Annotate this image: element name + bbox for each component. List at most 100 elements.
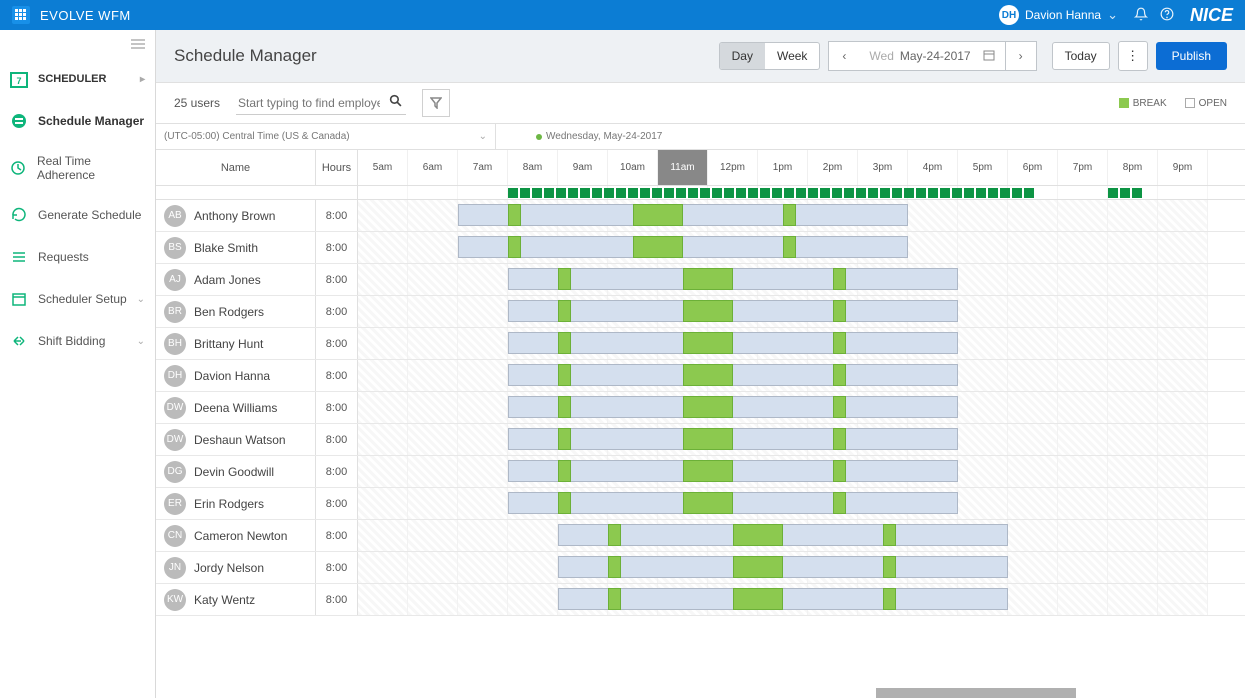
employee-timeline[interactable] bbox=[358, 232, 1245, 263]
employee-timeline[interactable] bbox=[358, 264, 1245, 295]
employee-name-cell[interactable]: CNCameron Newton bbox=[156, 520, 316, 551]
shift-block[interactable] bbox=[508, 332, 958, 354]
break-block[interactable] bbox=[883, 556, 896, 578]
sidebar-item-schedule-manager[interactable]: Schedule Manager bbox=[0, 100, 155, 142]
break-block[interactable] bbox=[783, 236, 796, 258]
today-button[interactable]: Today bbox=[1052, 42, 1110, 70]
shift-block[interactable] bbox=[508, 300, 958, 322]
date-picker[interactable]: Wed May-24-2017 bbox=[859, 41, 1004, 71]
shift-block[interactable] bbox=[508, 428, 958, 450]
app-menu-icon[interactable] bbox=[12, 6, 30, 24]
break-block[interactable] bbox=[508, 204, 521, 226]
lunch-block[interactable] bbox=[683, 332, 733, 354]
lunch-block[interactable] bbox=[633, 236, 683, 258]
shift-block[interactable] bbox=[508, 460, 958, 482]
next-date-button[interactable]: › bbox=[1005, 41, 1037, 71]
employee-timeline[interactable] bbox=[358, 488, 1245, 519]
hours-column-header[interactable]: Hours bbox=[316, 150, 358, 185]
lunch-block[interactable] bbox=[733, 556, 783, 578]
shift-block[interactable] bbox=[558, 524, 1008, 546]
sidebar-item-shift-bidding[interactable]: Shift Bidding⌄ bbox=[0, 320, 155, 362]
break-block[interactable] bbox=[558, 332, 571, 354]
lunch-block[interactable] bbox=[683, 460, 733, 482]
employee-name-cell[interactable]: DWDeshaun Watson bbox=[156, 424, 316, 455]
horizontal-scrollbar[interactable] bbox=[876, 688, 1076, 698]
shift-block[interactable] bbox=[508, 492, 958, 514]
break-block[interactable] bbox=[608, 588, 621, 610]
lunch-block[interactable] bbox=[683, 268, 733, 290]
break-block[interactable] bbox=[558, 492, 571, 514]
employee-name-cell[interactable]: DGDevin Goodwill bbox=[156, 456, 316, 487]
sidebar-section-scheduler[interactable]: 7 SCHEDULER ▸ bbox=[0, 58, 155, 100]
employee-timeline[interactable] bbox=[358, 296, 1245, 327]
break-block[interactable] bbox=[558, 460, 571, 482]
employee-timeline[interactable] bbox=[358, 520, 1245, 551]
employee-name-cell[interactable]: ABAnthony Brown bbox=[156, 200, 316, 231]
publish-button[interactable]: Publish bbox=[1156, 42, 1227, 70]
collapse-sidebar-button[interactable] bbox=[0, 30, 155, 58]
break-block[interactable] bbox=[558, 300, 571, 322]
employee-name-cell[interactable]: BSBlake Smith bbox=[156, 232, 316, 263]
break-block[interactable] bbox=[833, 460, 846, 482]
user-chevron-down-icon[interactable]: ⌄ bbox=[1107, 7, 1118, 23]
lunch-block[interactable] bbox=[683, 492, 733, 514]
break-block[interactable] bbox=[833, 300, 846, 322]
employee-timeline[interactable] bbox=[358, 424, 1245, 455]
timezone-selector[interactable]: (UTC-05:00) Central Time (US & Canada) ⌄ bbox=[156, 124, 496, 149]
user-name[interactable]: Davion Hanna bbox=[1025, 8, 1101, 22]
employee-timeline[interactable] bbox=[358, 552, 1245, 583]
lunch-block[interactable] bbox=[633, 204, 683, 226]
search-input[interactable] bbox=[236, 92, 406, 115]
bell-icon[interactable] bbox=[1134, 7, 1148, 24]
sidebar-item-generate-schedule[interactable]: Generate Schedule bbox=[0, 194, 155, 236]
lunch-block[interactable] bbox=[733, 588, 783, 610]
prev-date-button[interactable]: ‹ bbox=[828, 41, 860, 71]
view-week-button[interactable]: Week bbox=[765, 43, 819, 69]
employee-name-cell[interactable]: BRBen Rodgers bbox=[156, 296, 316, 327]
break-block[interactable] bbox=[833, 428, 846, 450]
employee-name-cell[interactable]: BHBrittany Hunt bbox=[156, 328, 316, 359]
shift-block[interactable] bbox=[458, 236, 908, 258]
employee-timeline[interactable] bbox=[358, 456, 1245, 487]
employee-name-cell[interactable]: JNJordy Nelson bbox=[156, 552, 316, 583]
break-block[interactable] bbox=[833, 268, 846, 290]
lunch-block[interactable] bbox=[683, 428, 733, 450]
lunch-block[interactable] bbox=[683, 364, 733, 386]
employee-timeline[interactable] bbox=[358, 200, 1245, 231]
employee-timeline[interactable] bbox=[358, 360, 1245, 391]
sidebar-item-real-time-adherence[interactable]: Real Time Adherence bbox=[0, 142, 155, 194]
lunch-block[interactable] bbox=[683, 300, 733, 322]
shift-block[interactable] bbox=[558, 588, 1008, 610]
search-icon[interactable] bbox=[389, 94, 402, 110]
sidebar-item-scheduler-setup[interactable]: Scheduler Setup⌄ bbox=[0, 278, 155, 320]
user-avatar[interactable]: DH bbox=[999, 5, 1019, 25]
break-block[interactable] bbox=[833, 364, 846, 386]
break-block[interactable] bbox=[558, 396, 571, 418]
shift-block[interactable] bbox=[508, 396, 958, 418]
break-block[interactable] bbox=[558, 428, 571, 450]
employee-name-cell[interactable]: KWKaty Wentz bbox=[156, 584, 316, 615]
break-block[interactable] bbox=[783, 204, 796, 226]
employee-name-cell[interactable]: AJAdam Jones bbox=[156, 264, 316, 295]
employee-timeline[interactable] bbox=[358, 392, 1245, 423]
name-column-header[interactable]: Name bbox=[156, 150, 316, 185]
employee-timeline[interactable] bbox=[358, 584, 1245, 615]
lunch-block[interactable] bbox=[733, 524, 783, 546]
break-block[interactable] bbox=[608, 524, 621, 546]
filter-button[interactable] bbox=[422, 89, 450, 117]
sidebar-item-requests[interactable]: Requests bbox=[0, 236, 155, 278]
shift-block[interactable] bbox=[558, 556, 1008, 578]
break-block[interactable] bbox=[833, 396, 846, 418]
lunch-block[interactable] bbox=[683, 396, 733, 418]
break-block[interactable] bbox=[883, 524, 896, 546]
break-block[interactable] bbox=[558, 268, 571, 290]
shift-block[interactable] bbox=[508, 268, 958, 290]
break-block[interactable] bbox=[508, 236, 521, 258]
view-day-button[interactable]: Day bbox=[720, 43, 765, 69]
employee-name-cell[interactable]: DWDeena Williams bbox=[156, 392, 316, 423]
help-icon[interactable] bbox=[1160, 7, 1174, 24]
employee-name-cell[interactable]: ERErin Rodgers bbox=[156, 488, 316, 519]
break-block[interactable] bbox=[883, 588, 896, 610]
employee-timeline[interactable] bbox=[358, 328, 1245, 359]
break-block[interactable] bbox=[608, 556, 621, 578]
